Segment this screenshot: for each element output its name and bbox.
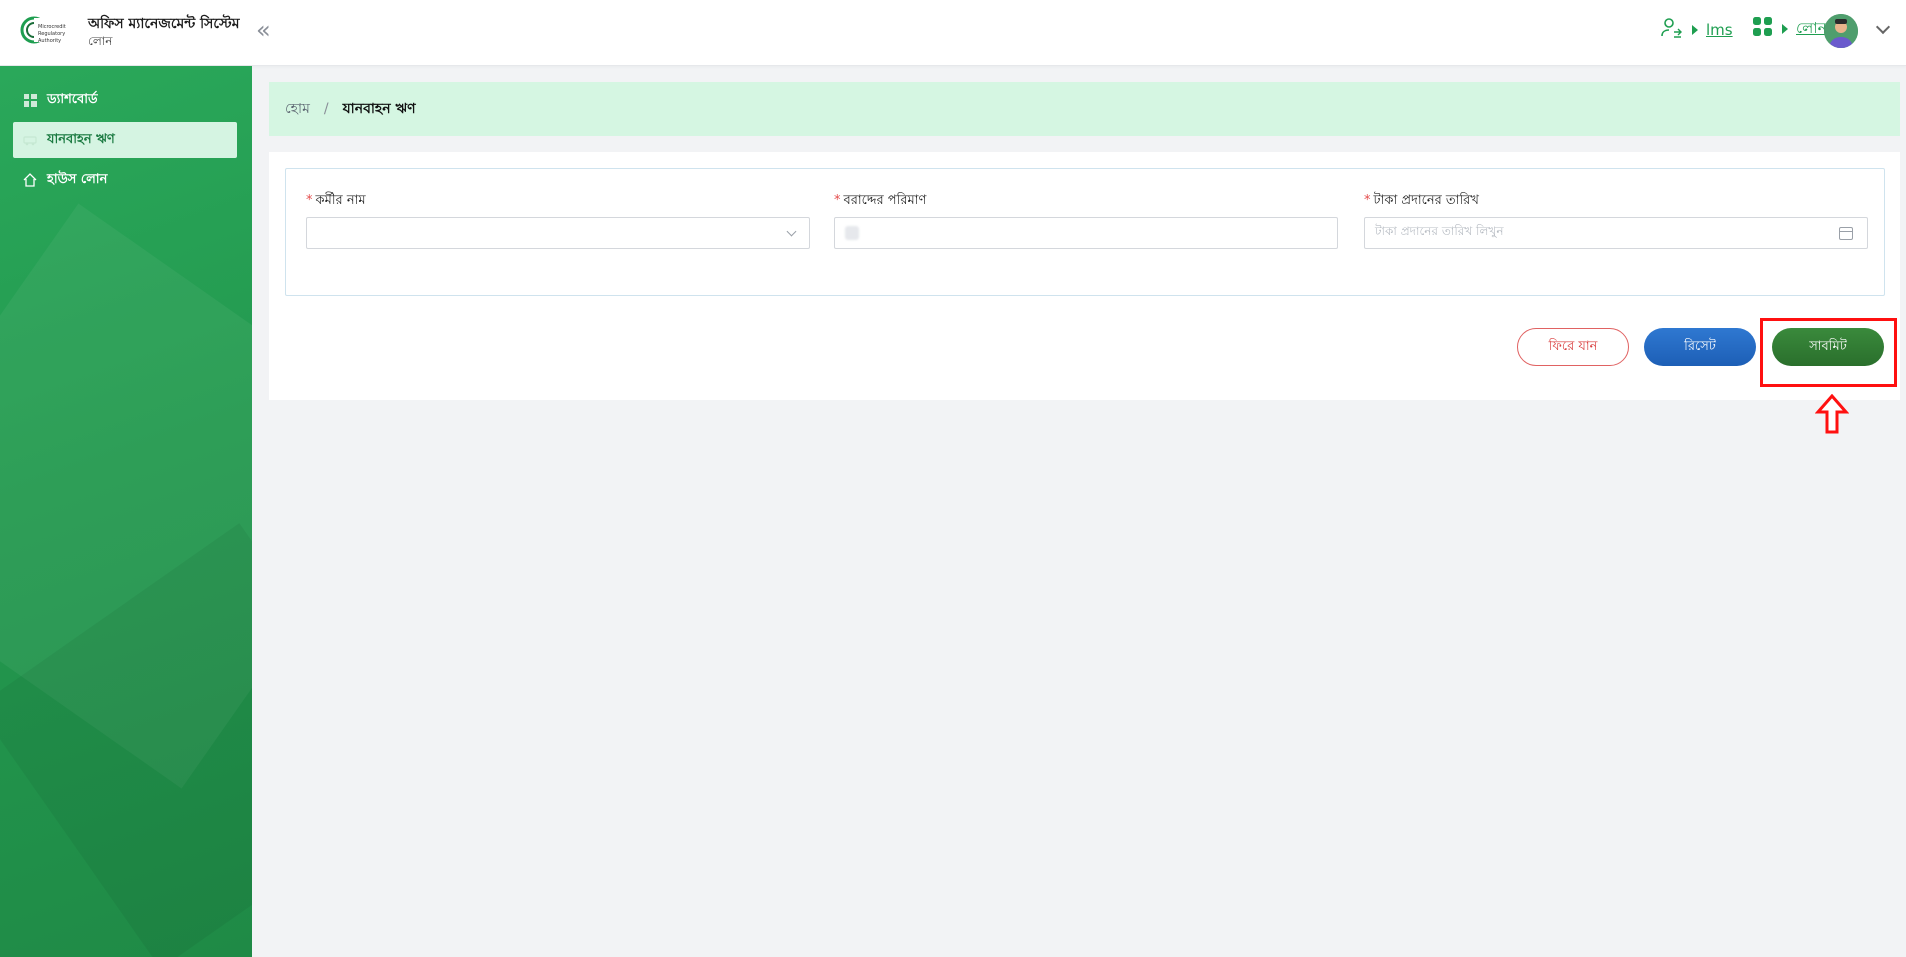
user-switch-icon (1660, 16, 1684, 44)
breadcrumb-current: যানবাহন ঋণ (342, 101, 416, 117)
svg-text:Regulatory: Regulatory (38, 31, 65, 37)
reset-button[interactable]: রিসেট (1644, 328, 1756, 366)
caret-right-icon (1692, 25, 1698, 35)
payment-date-field: * টাকা প্রদানের তারিখ টাকা প্রদানের তারিখ… (1364, 191, 1868, 249)
apps-grid-icon (1752, 16, 1774, 42)
allocation-amount-label: * বরাদ্দের পরিমাণ (834, 193, 927, 208)
collapse-sidebar-icon[interactable]: « (256, 18, 271, 42)
allocation-amount-field: * বরাদ্দের পরিমাণ (834, 191, 1338, 249)
lms-link-label[interactable]: lms (1706, 21, 1733, 39)
lms-switch-link[interactable]: lms (1660, 16, 1733, 44)
chevron-down-icon[interactable] (1875, 19, 1891, 35)
loan-link-label[interactable]: লোন (1796, 17, 1827, 42)
payment-date-placeholder: টাকা প্রদানের তারিখ লিখুন (1375, 224, 1504, 238)
employee-name-select[interactable] (306, 217, 810, 249)
allocation-amount-input[interactable] (834, 217, 1338, 249)
payment-date-label: * টাকা প্রদানের তারিখ (1364, 193, 1479, 208)
back-button[interactable]: ফিরে যান (1517, 328, 1629, 366)
svg-text:Authority: Authority (38, 38, 61, 44)
up-arrow-icon (1814, 393, 1850, 434)
sidebar-item-label: ড্যাশবোর্ড (47, 91, 98, 107)
sidebar: ড্যাশবোর্ড যানবাহন ঋণ হাউস লোন (0, 66, 252, 957)
dashboard-icon (23, 93, 37, 107)
home-icon (23, 173, 37, 187)
sidebar-item-label: যানবাহন ঋণ (47, 131, 115, 147)
form-fields-box: * কর্মীর নাম * বরাদ্দের পরিমাণ * টাকা প্রদা… (285, 168, 1885, 296)
submit-highlight-box (1760, 318, 1897, 387)
mra-logo: Microcredit Regulatory Authority (20, 14, 70, 50)
sidebar-item-vehicle-loan[interactable]: যানবাহন ঋণ (13, 122, 237, 158)
breadcrumb-home[interactable]: হোম (285, 97, 310, 121)
vehicle-icon (23, 133, 37, 147)
svg-text:Microcredit: Microcredit (38, 24, 66, 30)
employee-name-label: * কর্মীর নাম (306, 193, 366, 208)
caret-right-icon (1782, 24, 1788, 34)
employee-name-field: * কর্মীর নাম (306, 191, 810, 249)
breadcrumb: হোম / যানবাহন ঋণ (269, 82, 1900, 136)
calendar-icon (1839, 227, 1853, 240)
user-avatar[interactable] (1824, 14, 1858, 48)
payment-date-picker[interactable]: টাকা প্রদানের তারিখ লিখুন (1364, 217, 1868, 249)
sidebar-item-label: হাউস লোন (47, 171, 108, 187)
sidebar-item-house-loan[interactable]: হাউস লোন (13, 162, 237, 198)
loan-switch-link[interactable]: লোন (1752, 16, 1827, 42)
app-subtitle: লোন (88, 34, 113, 48)
sidebar-item-dashboard[interactable]: ড্যাশবোর্ড (13, 82, 237, 118)
vehicle-loan-form-card: * কর্মীর নাম * বরাদ্দের পরিমাণ * টাকা প্রদা… (269, 152, 1900, 400)
redacted-value (845, 226, 859, 240)
top-header: Microcredit Regulatory Authority অফিস ম্… (0, 0, 1906, 66)
breadcrumb-separator: / (323, 101, 329, 117)
chevron-down-icon (786, 226, 797, 237)
